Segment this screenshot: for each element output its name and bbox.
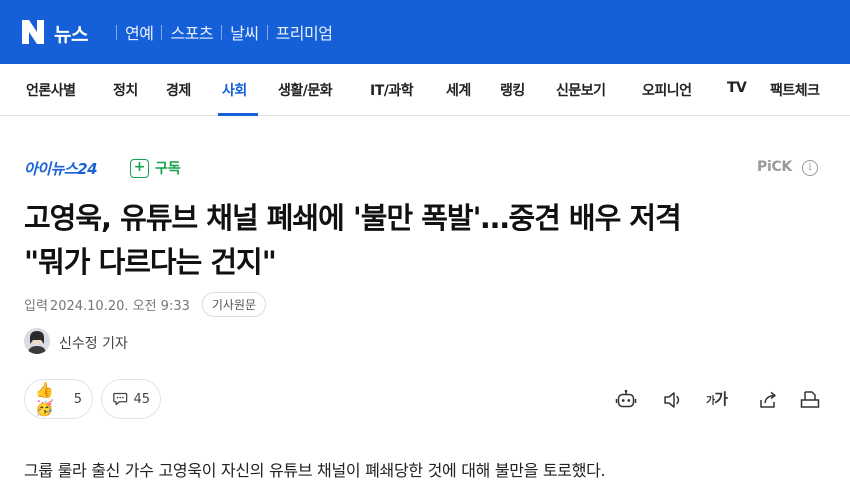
category-tab-ranking[interactable]: 랭킹 xyxy=(500,80,525,100)
article-first-paragraph: 그룹 룰라 출신 가수 고영욱이 자신의 유튜브 채널이 폐쇄당한 것에 대해 … xyxy=(24,461,606,480)
top-nav-sports[interactable]: 스포츠 xyxy=(170,20,213,44)
category-tab-society[interactable]: 사회 xyxy=(222,80,247,100)
info-icon[interactable]: i xyxy=(802,160,818,176)
article-meta: 입력 2024.10.20. 오전 9:33 기사원문 xyxy=(24,292,267,317)
subscribe-label: 구독 xyxy=(155,161,181,177)
comment-button[interactable]: 45 xyxy=(101,379,161,419)
press-logo[interactable]: 아이뉴스24 xyxy=(24,158,98,179)
headline-line-1: 고영욱, 유튜브 채널 폐쇄에 '불만 폭발'…중견 배우 저격 xyxy=(24,201,682,235)
top-nav-premium[interactable]: 프리미엄 xyxy=(276,20,333,44)
article-date: 2024.10.20. 오전 9:33 xyxy=(49,299,190,314)
top-nav: 연예 스포츠 날씨 프리미엄 xyxy=(108,20,333,44)
reaction-button[interactable]: 👍🥳 5 xyxy=(24,379,93,419)
share-icon xyxy=(760,391,776,408)
plus-icon: + xyxy=(130,158,149,178)
divider xyxy=(116,24,117,40)
speaker-icon xyxy=(664,392,680,408)
reaction-emoji-icon: 👍🥳 xyxy=(35,381,54,417)
category-tab-economy[interactable]: 경제 xyxy=(166,80,191,100)
subscribe-button[interactable]: + 구독 xyxy=(130,158,181,178)
top-nav-weather[interactable]: 날씨 xyxy=(230,20,259,44)
category-tab-factcheck[interactable]: 팩트체크 xyxy=(770,80,820,100)
category-tab-it-science[interactable]: IT/과학 xyxy=(370,80,414,100)
font-size-small-glyph: 가 xyxy=(706,396,715,407)
pick-label: PiCK xyxy=(757,159,792,175)
category-tab-newspaper[interactable]: 신문보기 xyxy=(556,80,606,100)
category-tab-politics[interactable]: 정치 xyxy=(113,80,138,100)
reporter-avatar[interactable] xyxy=(24,328,50,354)
robot-icon xyxy=(615,389,637,408)
category-tab-opinion[interactable]: 오피니언 xyxy=(642,80,692,100)
reporter-photo-icon xyxy=(24,328,50,354)
reporter-name[interactable]: 신수정 기자 xyxy=(59,333,128,353)
date-label: 입력 xyxy=(24,299,48,314)
brand-news[interactable]: 뉴스 xyxy=(54,20,88,47)
headline-line-2: "뭐가 다르다는 건지" xyxy=(24,245,277,279)
article-headline: 고영욱, 유튜브 채널 폐쇄에 '불만 폭발'…중견 배우 저격 "뭐가 다르다… xyxy=(24,196,824,284)
top-bar: 뉴스 연예 스포츠 날씨 프리미엄 xyxy=(0,0,850,64)
category-tab-by-press[interactable]: 언론사별 xyxy=(26,80,76,100)
top-nav-entertainment[interactable]: 연예 xyxy=(125,20,154,44)
divider xyxy=(161,24,163,40)
category-tab-tv[interactable]: TV xyxy=(727,80,747,96)
font-size-button[interactable]: 가가 xyxy=(706,388,728,409)
summary-bot-button[interactable] xyxy=(614,388,638,412)
comment-icon xyxy=(113,392,128,406)
category-tab-life-culture[interactable]: 생활/문화 xyxy=(278,80,333,100)
comment-count: 45 xyxy=(133,391,150,407)
print-button[interactable] xyxy=(798,388,822,412)
font-size-big-glyph: 가 xyxy=(714,390,728,408)
reaction-count: 5 xyxy=(73,391,82,407)
divider xyxy=(266,24,268,40)
listen-button[interactable] xyxy=(661,388,685,412)
share-button[interactable] xyxy=(756,388,780,412)
category-tab-world[interactable]: 세계 xyxy=(446,80,471,100)
divider xyxy=(221,24,223,40)
category-nav: 언론사별 정치 경제 사회 생활/문화 IT/과학 세계 랭킹 신문보기 오피니… xyxy=(0,64,850,116)
original-article-button[interactable]: 기사원문 xyxy=(201,292,267,317)
naver-logo-icon[interactable] xyxy=(22,20,44,44)
active-tab-indicator xyxy=(218,113,258,116)
print-icon xyxy=(800,391,820,408)
